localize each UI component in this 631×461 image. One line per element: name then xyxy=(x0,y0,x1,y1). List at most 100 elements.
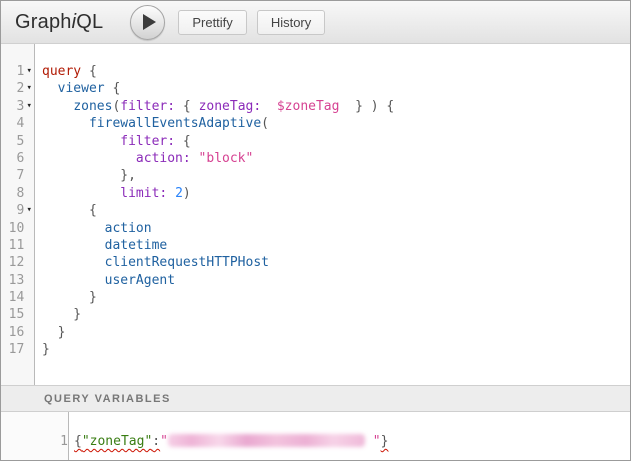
line-number: 1 xyxy=(1,63,24,80)
line-number: 6 xyxy=(1,150,24,167)
code-token: { xyxy=(175,134,191,149)
graphiql-window: GraphiQL Prettify History 1▾2▾3▾456789▾1… xyxy=(0,0,631,461)
code-token xyxy=(42,116,89,131)
code-token: action: xyxy=(136,151,191,166)
code-token: } xyxy=(42,307,81,322)
prettify-button[interactable]: Prettify xyxy=(178,10,246,35)
line-number: 8 xyxy=(1,185,24,202)
variables-code[interactable]: {"zoneTag":" "} xyxy=(70,412,630,460)
code-token xyxy=(42,255,105,270)
fold-spacer xyxy=(24,133,34,150)
history-button[interactable]: History xyxy=(257,10,325,35)
line-number: 9 xyxy=(1,202,24,219)
variables-gutter: 1 xyxy=(1,412,69,460)
gutter-row: 13 xyxy=(1,272,34,289)
code-token xyxy=(167,186,175,201)
code-token: { xyxy=(175,99,198,114)
gutter-row: 17 xyxy=(1,341,34,358)
code-token: action xyxy=(105,221,152,236)
code-token: query xyxy=(42,64,81,79)
code-token: } xyxy=(42,325,65,340)
code-token xyxy=(42,134,120,149)
code-token: clientRequestHTTPHost xyxy=(105,255,269,270)
fold-spacer xyxy=(24,254,34,271)
gutter-row: 2▾ xyxy=(1,80,34,97)
code-line[interactable]: } xyxy=(42,289,630,306)
line-number: 12 xyxy=(1,254,24,271)
code-token xyxy=(42,151,136,166)
fold-arrow-icon[interactable]: ▾ xyxy=(24,63,34,80)
code-token: filter: xyxy=(120,99,175,114)
redacted-value xyxy=(168,434,365,447)
gutter-row: 4 xyxy=(1,115,34,132)
code-line[interactable]: firewallEventsAdaptive( xyxy=(42,115,630,132)
line-number: 16 xyxy=(1,324,24,341)
code-line[interactable]: }, xyxy=(42,167,630,184)
gutter-row: 1▾ xyxy=(1,63,34,80)
gutter-row: 8 xyxy=(1,185,34,202)
variables-header-bar[interactable]: QUERY VARIABLES xyxy=(1,385,630,412)
code-token: "zoneTag" xyxy=(82,434,152,449)
code-token: zones xyxy=(73,99,112,114)
code-line[interactable]: filter: { xyxy=(42,133,630,150)
query-editor-code[interactable]: query { viewer { zones(filter: { zoneTag… xyxy=(36,44,630,385)
line-number: 11 xyxy=(1,237,24,254)
play-icon xyxy=(143,14,156,30)
fold-spacer xyxy=(24,237,34,254)
gutter-row: 11 xyxy=(1,237,34,254)
code-line[interactable]: } xyxy=(42,341,630,358)
code-token: ) xyxy=(183,186,191,201)
fold-spacer xyxy=(24,115,34,132)
code-token: } xyxy=(42,290,97,305)
code-token: } xyxy=(42,342,50,357)
code-line[interactable]: } xyxy=(42,306,630,323)
gutter-row: 3▾ xyxy=(1,98,34,115)
code-token: } xyxy=(381,434,389,449)
fold-spacer xyxy=(24,220,34,237)
variables-title: QUERY VARIABLES xyxy=(44,393,171,405)
logo-text: Graph xyxy=(15,11,72,33)
code-token: filter: xyxy=(120,134,175,149)
fold-arrow-icon[interactable]: ▾ xyxy=(24,98,34,115)
line-number: 1 xyxy=(10,433,68,450)
code-line[interactable]: query { xyxy=(42,63,630,80)
code-token: zoneTag: xyxy=(199,99,262,114)
query-editor[interactable]: 1▾2▾3▾456789▾1011121314151617 query { vi… xyxy=(1,44,630,385)
code-token: 2 xyxy=(175,186,183,201)
graphiql-logo: GraphiQL xyxy=(15,11,103,34)
gutter-row: 15 xyxy=(1,306,34,323)
code-token: } ) { xyxy=(339,99,394,114)
code-line[interactable]: datetime xyxy=(42,237,630,254)
code-token xyxy=(191,151,199,166)
gutter-row: 12 xyxy=(1,254,34,271)
code-token: }, xyxy=(42,168,136,183)
code-line[interactable]: } xyxy=(42,324,630,341)
fold-spacer xyxy=(24,341,34,358)
code-token xyxy=(261,99,277,114)
code-line[interactable]: action xyxy=(42,220,630,237)
code-token: datetime xyxy=(105,238,168,253)
code-token: { xyxy=(81,64,97,79)
code-line[interactable]: viewer { xyxy=(42,80,630,97)
gutter-row: 6 xyxy=(1,150,34,167)
variables-editor[interactable]: 1 {"zoneTag":" "} xyxy=(1,412,630,460)
code-line[interactable]: limit: 2) xyxy=(42,185,630,202)
fold-arrow-icon[interactable]: ▾ xyxy=(24,202,34,219)
code-token: viewer xyxy=(58,81,105,96)
logo-text-end: QL xyxy=(76,11,103,33)
code-line[interactable]: clientRequestHTTPHost xyxy=(42,254,630,271)
fold-arrow-icon[interactable]: ▾ xyxy=(24,80,34,97)
code-token xyxy=(42,186,120,201)
execute-query-button[interactable] xyxy=(130,5,165,40)
gutter-row: 5 xyxy=(1,133,34,150)
code-line[interactable]: zones(filter: { zoneTag: $zoneTag } ) { xyxy=(42,98,630,115)
code-line[interactable]: userAgent xyxy=(42,272,630,289)
gutter-row: 14 xyxy=(1,289,34,306)
code-token: : xyxy=(152,434,160,449)
code-token xyxy=(42,99,73,114)
code-token: ( xyxy=(261,116,269,131)
line-number: 7 xyxy=(1,167,24,184)
code-line[interactable]: { xyxy=(42,202,630,219)
code-line[interactable]: action: "block" xyxy=(42,150,630,167)
line-number: 5 xyxy=(1,133,24,150)
